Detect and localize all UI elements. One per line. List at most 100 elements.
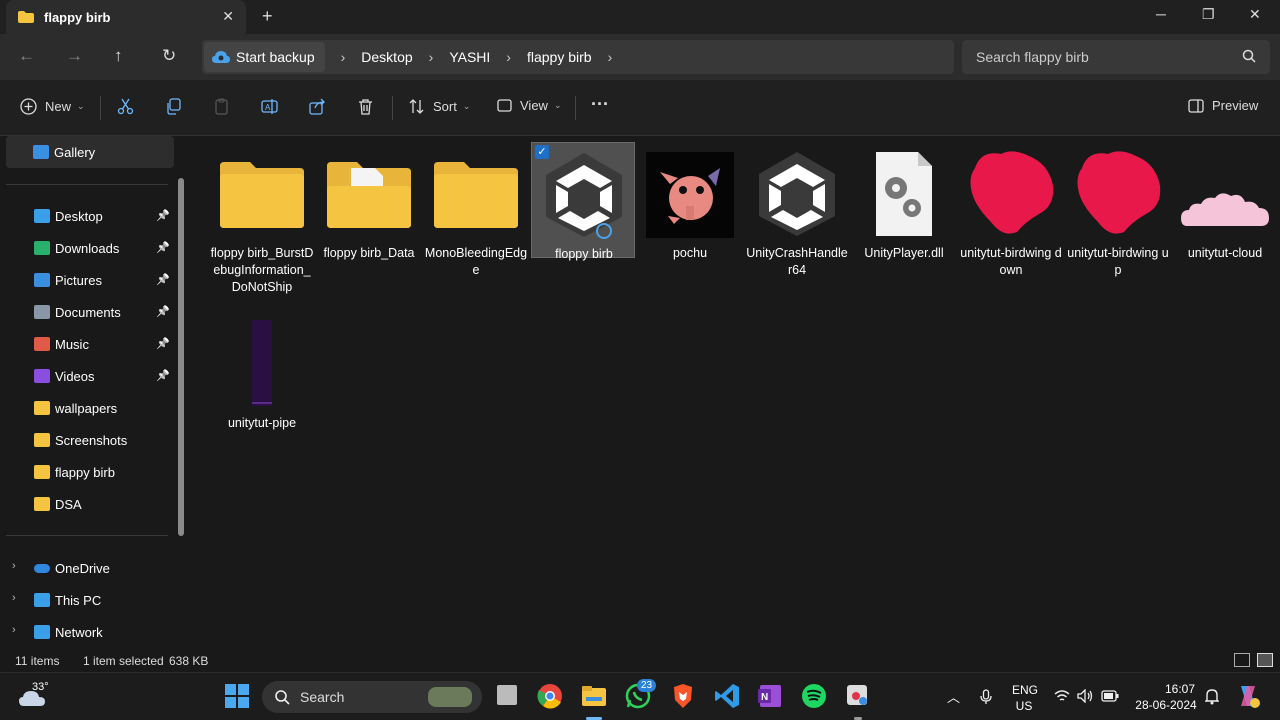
pin-icon[interactable]: 📌 (156, 209, 170, 222)
preview-pane-button[interactable]: Preview (1188, 98, 1258, 113)
sidebar-item-onedrive[interactable]: › OneDrive (0, 552, 176, 584)
chevron-down-icon: ⌄ (462, 101, 471, 111)
unity-thumbnail-icon (540, 151, 628, 239)
sidebar-item-network[interactable]: › Network (0, 616, 176, 648)
file-item[interactable]: floppy birb ✓ (531, 142, 635, 261)
search-placeholder: Search flappy birb (976, 49, 1089, 65)
refresh-icon[interactable]: ↻ (162, 46, 176, 66)
region-indicator[interactable]: US (1012, 699, 1036, 713)
clock-time[interactable]: 16:07 (1160, 682, 1200, 696)
start-windows-icon[interactable] (224, 683, 250, 709)
file-item[interactable]: unitytut-pipe (210, 312, 314, 472)
task-view-icon[interactable] (497, 685, 517, 705)
snipping-tool-icon[interactable] (845, 683, 871, 709)
bird-thumbnail-icon (1074, 150, 1162, 238)
sidebar-item-this-pc[interactable]: › This PC (0, 584, 176, 616)
forward-arrow-icon[interactable]: → (66, 46, 83, 66)
view-button[interactable]: View ⌄ (497, 98, 562, 113)
notification-bell-icon[interactable] (1205, 687, 1219, 705)
pin-icon[interactable]: 📌 (156, 305, 170, 318)
copilot-icon[interactable] (1235, 683, 1261, 709)
sidebar-item-label: This PC (55, 592, 102, 608)
cloud-backup-icon (212, 51, 230, 63)
address-bar[interactable]: Start backup › Desktop › YASHI › flappy … (202, 40, 954, 74)
chevron-right-icon[interactable]: › (12, 624, 16, 636)
sidebar-item-videos[interactable]: Videos 📌 (0, 360, 176, 392)
rename-button[interactable]: A (261, 98, 286, 115)
tab-close-icon[interactable]: ✕ (222, 8, 234, 25)
navigation-pane: Gallery Desktop 📌 Downloads 📌 Pictures 📌 Docum… (0, 136, 192, 650)
delete-button[interactable] (357, 98, 382, 115)
spotify-icon[interactable] (801, 683, 827, 709)
sort-label: Sort (433, 99, 457, 114)
file-item[interactable]: UnityPlayer.dll (852, 142, 956, 302)
volume-icon[interactable] (1077, 689, 1093, 703)
sidebar-item-gallery[interactable]: Gallery (6, 136, 174, 168)
pin-icon[interactable]: 📌 (156, 337, 170, 350)
pin-icon[interactable]: 📌 (156, 369, 170, 382)
taskbar-search[interactable]: Search (262, 681, 482, 713)
close-window-button[interactable]: ✕ (1249, 6, 1261, 23)
sidebar-item-desktop[interactable]: Desktop 📌 (0, 200, 176, 232)
gallery-icon (33, 145, 49, 159)
new-tab-button[interactable]: + (262, 6, 273, 27)
sidebar-item-music[interactable]: Music 📌 (0, 328, 176, 360)
share-button[interactable] (309, 98, 334, 115)
sort-button[interactable]: Sort ⌄ (408, 98, 470, 115)
sidebar-item-flappy-birb[interactable]: flappy birb (0, 456, 176, 488)
breadcrumb-desktop[interactable]: Desktop (361, 49, 412, 65)
breadcrumb-yashi[interactable]: YASHI (449, 49, 490, 65)
chevron-up-icon[interactable]: ︿ (947, 687, 960, 706)
chrome-icon[interactable] (537, 683, 563, 709)
chevron-right-icon[interactable]: › (12, 560, 16, 572)
selection-size: 638 KB (169, 654, 209, 668)
paste-button[interactable] (213, 98, 238, 115)
more-options-button[interactable]: ··· (591, 94, 609, 115)
file-item[interactable]: UnityCrashHandler64 (745, 142, 849, 302)
cut-button[interactable] (117, 98, 142, 115)
brave-icon[interactable] (670, 683, 696, 709)
copy-button[interactable] (165, 98, 190, 115)
breadcrumb-separator[interactable]: › (608, 49, 613, 65)
tiles-view-icon[interactable] (1257, 653, 1273, 667)
maximize-button[interactable]: ❐ (1202, 6, 1215, 23)
search-input[interactable]: Search flappy birb (962, 40, 1270, 74)
tab-flappy-birb[interactable]: flappy birb ✕ (6, 0, 246, 34)
file-item[interactable]: unitytut-birdwing down (959, 142, 1063, 302)
sidebar-item-dsa[interactable]: DSA (0, 488, 176, 520)
details-view-icon[interactable] (1234, 653, 1250, 667)
sidebar-item-pictures[interactable]: Pictures 📌 (0, 264, 176, 296)
microphone-icon[interactable] (980, 689, 992, 705)
back-arrow-icon[interactable]: ← (18, 46, 35, 66)
file-item[interactable]: unitytut-birdwing up (1066, 142, 1170, 302)
wifi-icon[interactable] (1054, 689, 1070, 703)
vscode-icon[interactable] (714, 683, 740, 709)
file-item[interactable]: MonoBleedingEdge (424, 142, 528, 302)
sidebar-item-screenshots[interactable]: Screenshots (0, 424, 176, 456)
breadcrumb-flappy-birb[interactable]: flappy birb (527, 49, 592, 65)
sidebar-item-documents[interactable]: Documents 📌 (0, 296, 176, 328)
file-explorer-icon[interactable] (581, 683, 607, 709)
file-item[interactable]: unitytut-cloud (1173, 142, 1277, 302)
start-backup-button[interactable]: Start backup (204, 42, 325, 72)
pin-icon[interactable]: 📌 (156, 241, 170, 254)
sidebar-item-label: Pictures (55, 272, 102, 288)
file-item[interactable]: pochu (638, 142, 742, 302)
minimize-button[interactable]: ─ (1156, 6, 1166, 22)
sidebar-item-wallpapers[interactable]: wallpapers (0, 392, 176, 424)
up-arrow-icon[interactable]: ↑ (114, 46, 123, 66)
file-item[interactable]: floppy birb_BurstDebugInformation_DoNotS… (210, 142, 314, 302)
sidebar-item-downloads[interactable]: Downloads 📌 (0, 232, 176, 264)
start-backup-label: Start backup (236, 49, 315, 65)
selection-checkbox[interactable]: ✓ (535, 145, 549, 159)
language-indicator[interactable]: ENG (1012, 683, 1038, 697)
onenote-icon[interactable]: N (757, 683, 783, 709)
battery-icon[interactable] (1101, 690, 1119, 702)
sidebar-scrollbar[interactable] (178, 178, 184, 536)
chevron-right-icon[interactable]: › (12, 592, 16, 604)
new-button[interactable]: New ⌄ (20, 98, 85, 115)
pin-icon[interactable]: 📌 (156, 273, 170, 286)
clock-date[interactable]: 28-06-2024 (1132, 698, 1200, 712)
file-item[interactable]: floppy birb_Data (317, 142, 421, 302)
search-highlight-icon (428, 687, 472, 707)
